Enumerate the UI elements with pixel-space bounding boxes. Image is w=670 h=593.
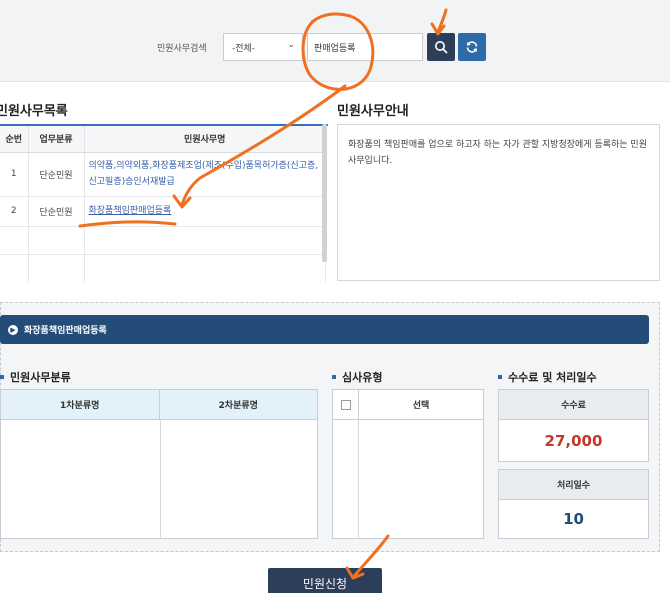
- info-text: 화장품의 책임판매를 업으로 하고자 하는 자가 관할 지방청장에게 등록하는 …: [348, 140, 647, 166]
- table-row[interactable]: 1 단순민원 의약품,의약외품,화장품제조업(제조(수입)품목허가증(신고증,신…: [0, 152, 326, 197]
- info-title: 민원사무안내: [337, 104, 409, 119]
- select-all-checkbox[interactable]: [340, 399, 351, 410]
- col-header-category: 업무분류: [28, 126, 85, 153]
- bullet-icon: [498, 375, 502, 379]
- fee-title: 수수료 및 처리일수: [498, 369, 597, 385]
- category-select-value: -전체-: [232, 44, 256, 54]
- row-no: 1: [0, 152, 29, 197]
- apply-button[interactable]: 민원신청: [268, 568, 382, 593]
- col-header-select: 선택: [412, 401, 430, 411]
- reset-button[interactable]: [458, 33, 486, 61]
- days-label: 처리일수: [499, 470, 648, 500]
- fee-box: 수수료 27,000: [498, 389, 649, 462]
- fee-title-text: 수수료 및 처리일수: [508, 371, 597, 384]
- banner-label: 화장품책임판매업등록: [24, 326, 107, 336]
- list-title: 민원사무목록: [0, 104, 68, 119]
- chevron-down-icon: ⌄: [287, 40, 295, 50]
- category-select[interactable]: -전체- ⌄: [223, 33, 303, 61]
- review-title: 심사유형: [332, 369, 382, 385]
- review-title-text: 심사유형: [342, 371, 383, 384]
- search-bar: 민원사무검색 -전체- ⌄: [0, 0, 670, 82]
- fee-value: 27,000: [544, 431, 603, 450]
- review-table: 선택: [332, 389, 484, 539]
- column-divider: [160, 420, 161, 538]
- info-box: 화장품의 책임판매를 업으로 하고자 하는 자가 관할 지방청장에게 등록하는 …: [337, 124, 660, 281]
- list-scrollbar[interactable]: [322, 124, 327, 262]
- classification-title: 민원사무분류: [0, 369, 71, 385]
- days-box: 처리일수 10: [498, 469, 649, 539]
- empty-row: [0, 226, 326, 255]
- classification-table: 1차분류명 2차분류명: [0, 389, 318, 539]
- row-name-link[interactable]: 의약품,의약외품,화장품제조업(제조(수입)품목허가증(신고증,신고필증)승인서…: [89, 161, 319, 187]
- row-no: 2: [0, 196, 29, 227]
- list-table: 순번 업무분류 민원사무명 1 단순민원 의약품,의약외품,화장품제조업(제조(…: [0, 124, 328, 282]
- row-category: 단순민원: [28, 152, 85, 197]
- col-header-first-class: 1차분류명: [1, 390, 160, 419]
- selected-item-banner: ▶ 화장품책임판매업등록: [0, 315, 649, 344]
- arrow-right-icon: ▶: [8, 324, 18, 335]
- classification-title-text: 민원사무분류: [10, 371, 71, 384]
- search-label: 민원사무검색: [157, 44, 207, 54]
- bullet-icon: [332, 375, 336, 379]
- fee-label: 수수료: [499, 390, 648, 420]
- column-divider: [358, 420, 359, 538]
- row-name-link[interactable]: 화장품책임판매업등록: [89, 206, 172, 216]
- days-value: 10: [563, 510, 584, 528]
- row-category: 단순민원: [28, 196, 85, 227]
- search-button[interactable]: [427, 33, 455, 61]
- refresh-icon: [466, 41, 478, 53]
- bullet-icon: [0, 375, 4, 379]
- col-header-no: 순번: [0, 126, 29, 153]
- col-header-second-class: 2차분류명: [218, 401, 258, 411]
- col-header-name: 민원사무명: [84, 126, 326, 153]
- search-input[interactable]: [307, 33, 423, 61]
- search-icon: [435, 41, 448, 54]
- empty-row: [0, 254, 326, 282]
- table-row[interactable]: 2 단순민원 화장품책임판매업등록: [0, 196, 326, 227]
